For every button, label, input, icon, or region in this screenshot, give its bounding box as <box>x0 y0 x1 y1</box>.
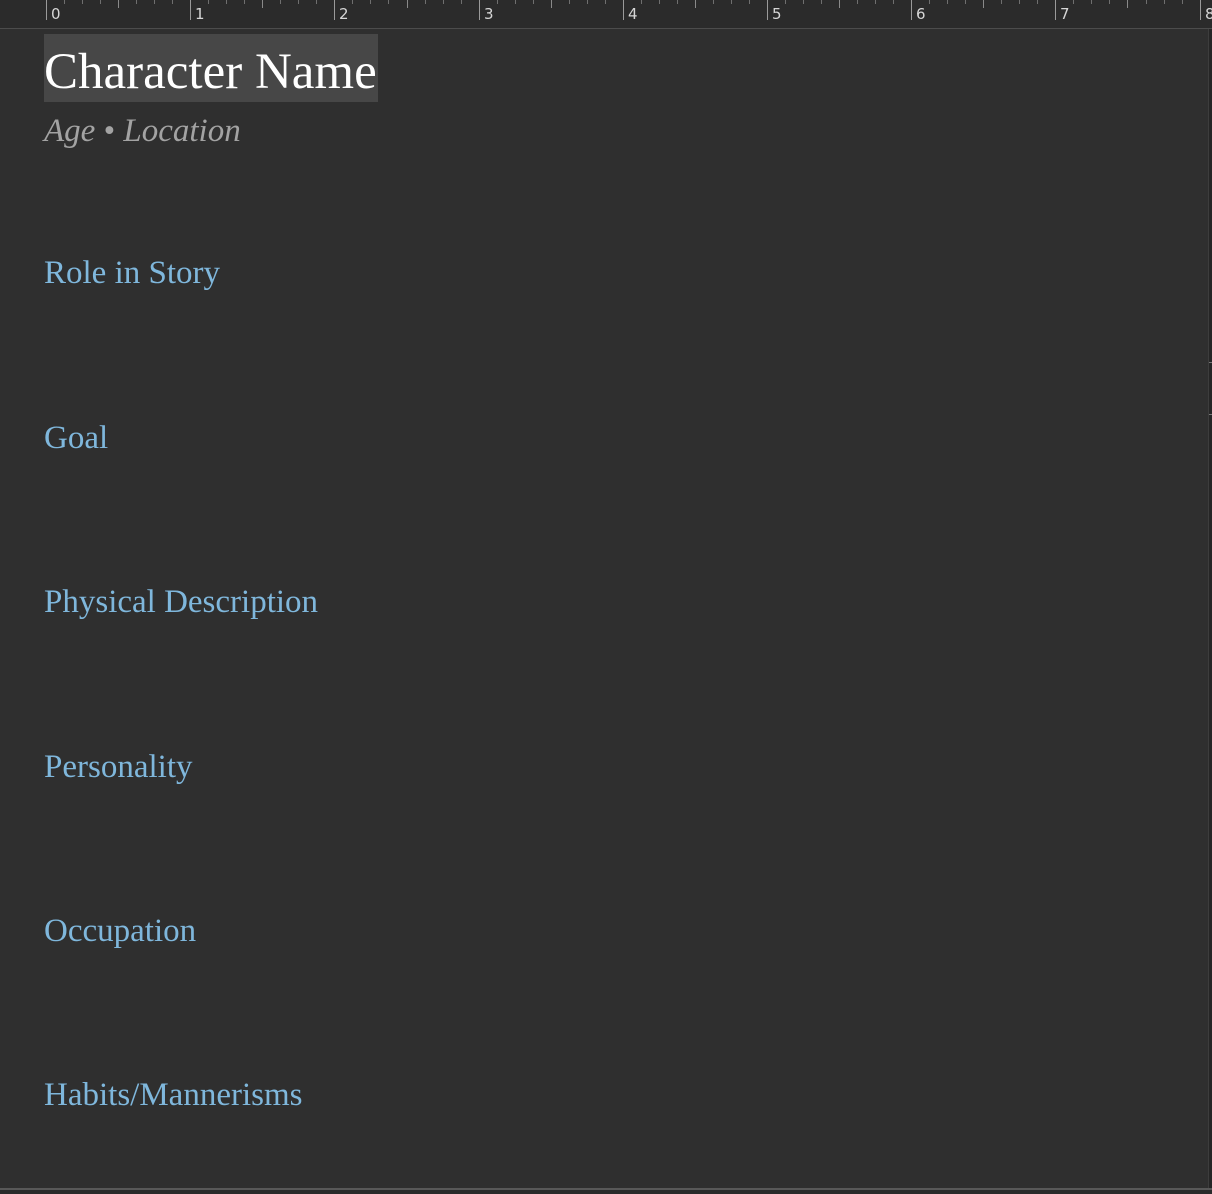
ruler-tick <box>875 0 876 4</box>
ruler-tick <box>1127 0 1128 8</box>
ruler-tick <box>965 0 966 4</box>
section-heading-habits-mannerisms[interactable]: Habits/Mannerisms <box>44 1075 302 1115</box>
ruler-major-tick <box>46 0 47 20</box>
ruler-number: 5 <box>772 5 782 23</box>
ruler-tick <box>533 0 534 4</box>
bottom-border <box>0 1188 1212 1194</box>
ruler-tick <box>839 0 840 8</box>
ruler-tick <box>226 0 227 4</box>
ruler-number: 1 <box>195 5 205 23</box>
ruler-tick <box>569 0 570 4</box>
ruler-number: 2 <box>339 5 349 23</box>
ruler-tick <box>154 0 155 4</box>
ruler-tick <box>749 0 750 4</box>
ruler-tick <box>1001 0 1002 4</box>
ruler-tick <box>893 0 894 4</box>
vertical-scrollbar[interactable] <box>1208 29 1212 1189</box>
ruler-number: 7 <box>1060 5 1070 23</box>
ruler-tick <box>1109 0 1110 4</box>
ruler-tick <box>731 0 732 4</box>
character-name-title[interactable]: Character Name <box>44 44 377 100</box>
ruler-tick <box>785 0 786 4</box>
ruler-major-tick <box>479 0 480 20</box>
ruler-tick <box>605 0 606 4</box>
ruler-tick <box>713 0 714 4</box>
ruler-tick <box>587 0 588 4</box>
age-field[interactable]: Age <box>44 113 95 149</box>
ruler-tick <box>803 0 804 4</box>
ruler-major-tick <box>190 0 191 20</box>
ruler-tick <box>443 0 444 4</box>
ruler-tick <box>316 0 317 4</box>
ruler-major-tick <box>1200 0 1201 20</box>
ruler-tick <box>1037 0 1038 4</box>
ruler-major-tick <box>623 0 624 20</box>
section-heading-personality[interactable]: Personality <box>44 747 192 787</box>
ruler-tick <box>1091 0 1092 4</box>
age-location-line[interactable]: Age • Location <box>44 109 1184 153</box>
section-heading-goal[interactable]: Goal <box>44 418 108 458</box>
section-heading-physical-description[interactable]: Physical Description <box>44 582 318 622</box>
ruler-tick <box>677 0 678 4</box>
title-selection-highlight[interactable]: Character Name <box>44 34 378 102</box>
ruler-tick <box>461 0 462 4</box>
ruler-tick <box>1073 0 1074 4</box>
ruler-tick <box>1019 0 1020 4</box>
ruler-tick <box>1182 0 1183 4</box>
horizontal-ruler[interactable]: 0 1 2 3 4 5 6 7 8 <box>0 0 1212 29</box>
ruler-tick <box>82 0 83 4</box>
ruler-number: 0 <box>51 5 61 23</box>
ruler-tick <box>352 0 353 4</box>
ruler-tick <box>983 0 984 8</box>
ruler-tick <box>1146 0 1147 4</box>
ruler-tick <box>1164 0 1165 4</box>
bullet-separator: • <box>103 113 116 149</box>
ruler-tick <box>695 0 696 8</box>
ruler-major-tick <box>1055 0 1056 20</box>
section-heading-role-in-story[interactable]: Role in Story <box>44 253 220 293</box>
ruler-major-tick <box>767 0 768 20</box>
location-field[interactable]: Location <box>123 113 240 149</box>
ruler-number: 4 <box>628 5 638 23</box>
ruler-tick <box>244 0 245 4</box>
ruler-tick <box>497 0 498 4</box>
ruler-major-tick <box>911 0 912 20</box>
ruler-tick <box>857 0 858 4</box>
ruler-tick <box>821 0 822 4</box>
ruler-tick <box>208 0 209 4</box>
ruler-number: 6 <box>916 5 926 23</box>
ruler-number: 8 <box>1205 5 1212 23</box>
ruler-tick <box>551 0 552 8</box>
ruler-tick <box>407 0 408 8</box>
ruler-tick <box>659 0 660 4</box>
ruler-tick <box>388 0 389 4</box>
ruler-tick <box>100 0 101 4</box>
ruler-number: 3 <box>484 5 494 23</box>
ruler-tick <box>136 0 137 4</box>
ruler-tick <box>947 0 948 4</box>
ruler-major-tick <box>334 0 335 20</box>
ruler-tick <box>262 0 263 8</box>
ruler-tick <box>280 0 281 4</box>
ruler-tick <box>172 0 173 4</box>
ruler-tick <box>370 0 371 4</box>
ruler-tick <box>515 0 516 4</box>
ruler-tick <box>64 0 65 4</box>
ruler-tick <box>118 0 119 8</box>
ruler-tick <box>425 0 426 4</box>
ruler-tick <box>929 0 930 4</box>
ruler-tick <box>641 0 642 4</box>
section-heading-occupation[interactable]: Occupation <box>44 911 196 951</box>
document-body[interactable]: Character Name Age • Location Role in St… <box>44 34 1184 1113</box>
ruler-tick <box>298 0 299 4</box>
